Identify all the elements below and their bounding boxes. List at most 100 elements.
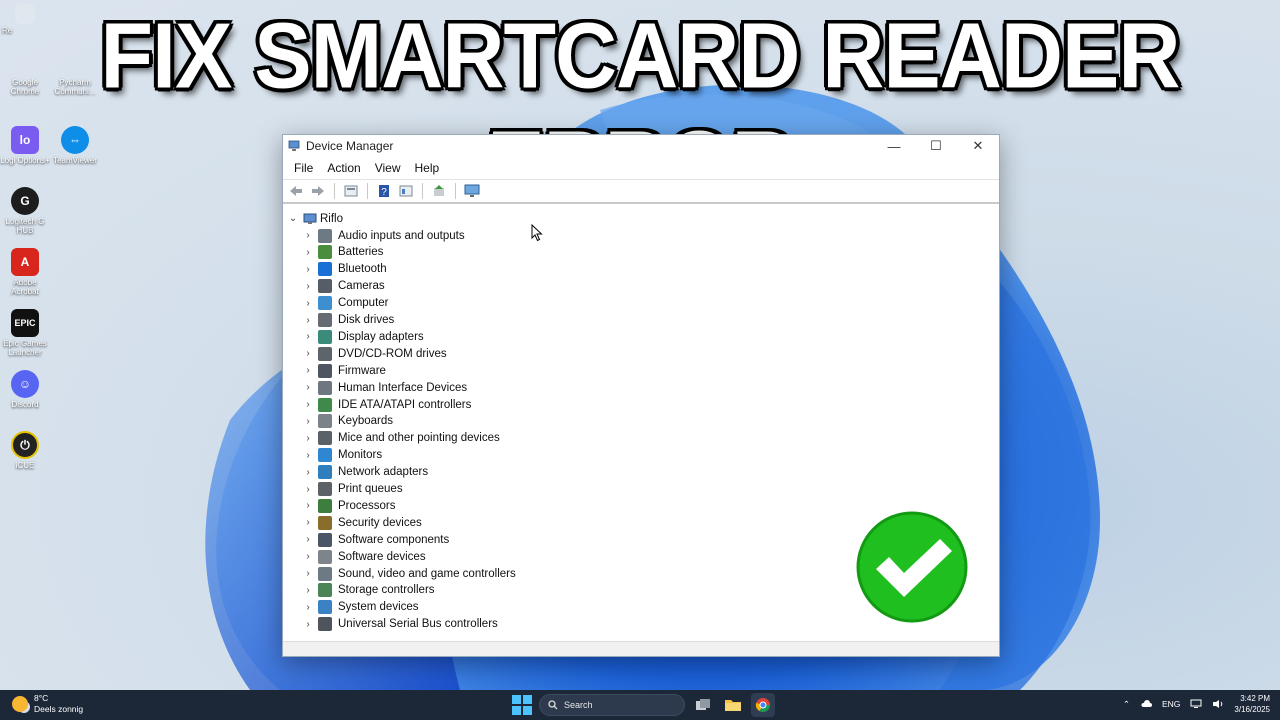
tree-item-storage-controller[interactable]: › Storage controllers xyxy=(303,582,435,599)
task-view-icon[interactable] xyxy=(691,693,715,717)
tree-item-dvd-drive[interactable]: › DVD/CD-ROM drives xyxy=(303,345,447,362)
help-icon[interactable]: ? xyxy=(375,183,393,199)
chevron-up-icon[interactable]: ⌃ xyxy=(1123,699,1130,710)
desktop-icon-label: Discord xyxy=(11,400,39,409)
tree-item-display-adapter[interactable]: › Display adapters xyxy=(303,328,424,345)
maximize-button[interactable]: ☐ xyxy=(915,135,957,157)
chevron-right-icon[interactable]: › xyxy=(303,585,313,596)
svg-text:?: ? xyxy=(381,187,387,198)
chevron-right-icon[interactable]: › xyxy=(303,551,313,562)
tree-item-software-device[interactable]: › Software devices xyxy=(303,548,426,565)
chevron-right-icon[interactable]: › xyxy=(303,619,313,630)
chevron-right-icon[interactable]: › xyxy=(303,264,313,275)
chevron-right-icon[interactable]: › xyxy=(303,281,313,292)
desktop-icon-label: iCUE xyxy=(15,461,35,470)
taskbar-search[interactable]: Search xyxy=(539,694,685,716)
tree-item-computer[interactable]: › Computer xyxy=(303,295,389,312)
tree-item-firmware[interactable]: › Firmware xyxy=(303,362,386,379)
discord-icon: ☺ xyxy=(11,370,39,398)
chevron-right-icon[interactable]: › xyxy=(303,450,313,461)
tree-item-hid[interactable]: › Human Interface Devices xyxy=(303,379,467,396)
tree-item-security-device[interactable]: › Security devices xyxy=(303,514,422,531)
minimize-button[interactable]: — xyxy=(873,135,915,157)
tree-item-printer[interactable]: › Print queues xyxy=(303,481,403,498)
tree-root[interactable]: ⌄ Riflo xyxy=(286,210,343,227)
chevron-right-icon[interactable]: › xyxy=(303,568,313,579)
tree-item-usb[interactable]: › Universal Serial Bus controllers xyxy=(303,616,498,633)
desktop-icon-adobe-acrobat[interactable]: A Adobe Acrobat xyxy=(0,248,50,296)
chevron-right-icon[interactable]: › xyxy=(303,602,313,613)
system-tray: ⌃ ENG 3:42 PM 3/16/2025 xyxy=(1123,693,1270,715)
system-clock[interactable]: 3:42 PM 3/16/2025 xyxy=(1234,693,1270,715)
properties-icon[interactable] xyxy=(342,183,360,199)
chevron-right-icon[interactable]: › xyxy=(303,416,313,427)
chevron-right-icon[interactable]: › xyxy=(303,230,313,241)
tree-item-battery[interactable]: › Batteries xyxy=(303,244,383,261)
chevron-right-icon[interactable]: › xyxy=(303,382,313,393)
mouse-cursor-icon xyxy=(531,224,543,242)
title-bar[interactable]: Device Manager — ☐ ✕ xyxy=(283,135,999,157)
tree-item-speaker[interactable]: › Audio inputs and outputs xyxy=(303,227,465,244)
toolbar-separator xyxy=(334,183,335,199)
weather-widget[interactable]: 8°C Deels zonnig xyxy=(12,693,83,715)
chevron-right-icon[interactable]: › xyxy=(303,433,313,444)
tree-item-label: Cameras xyxy=(338,280,385,293)
tree-item-keyboard[interactable]: › Keyboards xyxy=(303,413,393,430)
tree-item-network-adapter[interactable]: › Network adapters xyxy=(303,464,428,481)
scan-hardware-icon[interactable] xyxy=(397,183,415,199)
tree-item-monitor[interactable]: › Monitors xyxy=(303,447,382,464)
menu-action[interactable]: Action xyxy=(320,161,367,175)
tree-item-system-device[interactable]: › System devices xyxy=(303,599,419,616)
file-explorer-icon[interactable] xyxy=(721,693,745,717)
tree-item-software-component[interactable]: › Software components xyxy=(303,531,449,548)
monitor-toolbar-icon[interactable] xyxy=(463,183,481,199)
tree-item-label: Firmware xyxy=(338,364,386,377)
desktop-icon-discord[interactable]: ☺ Discord xyxy=(0,370,50,409)
chevron-right-icon[interactable]: › xyxy=(303,348,313,359)
chevron-right-icon[interactable]: › xyxy=(303,517,313,528)
menu-view[interactable]: View xyxy=(368,161,408,175)
tree-item-processor[interactable]: › Processors xyxy=(303,497,396,514)
chevron-right-icon[interactable]: › xyxy=(303,298,313,309)
chevron-right-icon[interactable]: › xyxy=(303,500,313,511)
bluetooth-icon xyxy=(318,262,332,277)
onedrive-icon[interactable] xyxy=(1140,700,1152,708)
back-arrow-icon[interactable] xyxy=(287,183,305,199)
network-icon[interactable] xyxy=(1190,699,1202,709)
tree-item-camera[interactable]: › Cameras xyxy=(303,278,385,295)
tree-item-ide-controller[interactable]: › IDE ATA/ATAPI controllers xyxy=(303,396,471,413)
disk-drive-icon xyxy=(318,313,332,327)
close-button[interactable]: ✕ xyxy=(957,135,999,157)
chevron-right-icon[interactable]: › xyxy=(303,365,313,376)
desktop-icon-epic-games[interactable]: EPIC Epic Games Launcher xyxy=(0,309,50,357)
chevron-right-icon[interactable]: › xyxy=(303,534,313,545)
chevron-right-icon[interactable]: › xyxy=(303,484,313,495)
tree-item-mouse[interactable]: › Mice and other pointing devices xyxy=(303,430,500,447)
menu-file[interactable]: File xyxy=(287,161,320,175)
chrome-taskbar-icon[interactable] xyxy=(751,693,775,717)
tree-item-label: DVD/CD-ROM drives xyxy=(338,347,447,360)
tree-item-bluetooth[interactable]: › Bluetooth xyxy=(303,261,387,278)
chevron-right-icon[interactable]: › xyxy=(303,247,313,258)
chevron-right-icon[interactable]: › xyxy=(303,399,313,410)
success-checkmark-icon xyxy=(854,509,970,625)
dvd-drive-icon xyxy=(318,346,332,361)
tree-item-disk-drive[interactable]: › Disk drives xyxy=(303,312,394,329)
tree-item-label: Display adapters xyxy=(338,330,424,343)
chevron-down-icon[interactable]: ⌄ xyxy=(286,213,300,224)
volume-icon[interactable] xyxy=(1212,699,1224,709)
desktop-icon-icue[interactable]: ⏻ iCUE xyxy=(0,431,50,470)
tree-item-sound-controller[interactable]: › Sound, video and game controllers xyxy=(303,565,516,582)
chevron-right-icon[interactable]: › xyxy=(303,331,313,342)
desktop-icon-label: Adobe Acrobat xyxy=(11,278,39,296)
menu-help[interactable]: Help xyxy=(408,161,447,175)
update-driver-icon[interactable] xyxy=(430,183,448,199)
chevron-right-icon[interactable]: › xyxy=(303,467,313,478)
search-icon xyxy=(548,700,558,710)
desktop-icon-label: Epic Games Launcher xyxy=(3,339,47,357)
start-button[interactable] xyxy=(511,694,533,716)
language-indicator[interactable]: ENG xyxy=(1162,699,1180,709)
forward-arrow-icon[interactable] xyxy=(309,183,327,199)
speaker-icon xyxy=(318,228,332,243)
chevron-right-icon[interactable]: › xyxy=(303,315,313,326)
